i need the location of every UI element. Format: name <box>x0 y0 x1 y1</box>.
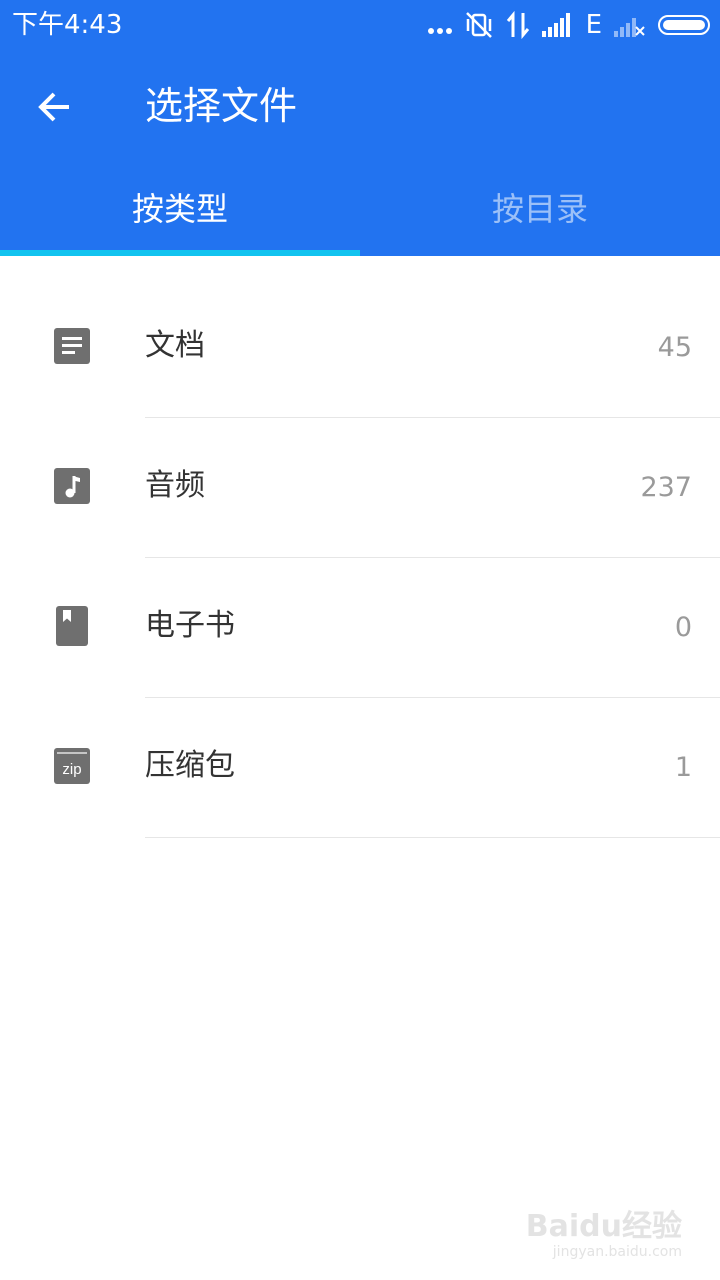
zip-icon: zip <box>54 748 90 784</box>
status-time: 下午4:43 <box>12 10 123 40</box>
data-transfer-icon <box>506 10 529 40</box>
battery-icon <box>658 15 710 35</box>
network-type-label: E <box>585 10 602 40</box>
watermark-domain: jingyan.baidu.com <box>552 1244 682 1260</box>
divider <box>145 837 720 838</box>
category-count: 45 <box>657 332 692 363</box>
tab-by-type[interactable]: 按类型 <box>0 162 360 256</box>
category-count: 1 <box>674 752 692 783</box>
tab-by-directory[interactable]: 按目录 <box>360 162 720 256</box>
category-count: 0 <box>674 612 692 643</box>
category-list: 文档 45 音频 237 电子书 0 zip 压缩包 1 <box>0 278 720 838</box>
tab-bar: 按类型 按目录 <box>0 162 720 256</box>
category-count: 237 <box>640 472 692 503</box>
category-label: 电子书 <box>145 608 235 643</box>
category-label: 文档 <box>145 328 205 363</box>
status-bar: 下午4:43 E <box>0 0 720 50</box>
category-label: 音频 <box>145 468 205 503</box>
more-dots-icon <box>425 2 452 48</box>
signal-icon <box>541 13 570 37</box>
category-item-documents[interactable]: 文档 45 <box>0 278 720 418</box>
app-header: 下午4:43 E 选择文件 按类型 按目录 <box>0 0 720 256</box>
tab-label: 按类型 <box>131 190 228 228</box>
vibrate-off-icon <box>465 12 492 38</box>
tab-indicator <box>0 250 360 256</box>
watermark: Baidu经验 jingyan.baidu.com <box>525 1209 682 1261</box>
category-item-ebooks[interactable]: 电子书 0 <box>0 558 720 698</box>
category-label: 压缩包 <box>145 748 235 783</box>
status-icons: E <box>413 8 710 42</box>
tab-label: 按目录 <box>491 190 588 228</box>
watermark-brand: Baidu经验 <box>525 1209 682 1244</box>
signal-off-icon <box>614 18 645 37</box>
music-icon <box>54 468 90 504</box>
category-item-audio[interactable]: 音频 237 <box>0 418 720 558</box>
arrow-left-icon <box>38 92 69 122</box>
svg-text:zip: zip <box>62 761 81 778</box>
category-item-archives[interactable]: zip 压缩包 1 <box>0 698 720 838</box>
back-button[interactable] <box>30 82 80 132</box>
ebook-icon <box>56 606 88 646</box>
document-icon <box>54 328 90 364</box>
page-title: 选择文件 <box>145 84 298 128</box>
